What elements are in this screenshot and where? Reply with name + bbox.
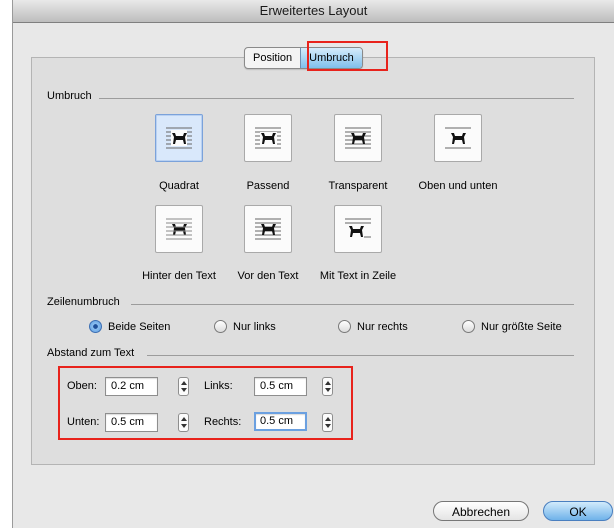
radio-dot	[214, 320, 227, 333]
radio-nur-links[interactable]: Nur links	[214, 320, 276, 333]
radio-beide-seiten[interactable]: Beide Seiten	[89, 320, 170, 333]
wrap-label-mit-text-zeile: Mit Text in Zeile	[319, 270, 397, 282]
section-heading-abstand: Abstand zum Text	[47, 347, 135, 359]
radio-nur-groesste-seite[interactable]: Nur größte Seite	[462, 320, 562, 333]
wrap-quadrat-icon	[166, 127, 192, 149]
divider	[147, 355, 574, 356]
section-heading-zeilenumbruch: Zeilenumbruch	[47, 296, 120, 308]
window-title: Erweitertes Layout	[13, 0, 614, 23]
ok-button[interactable]: OK	[543, 501, 613, 521]
divider	[131, 304, 574, 305]
wrap-vor-text-button[interactable]	[244, 205, 292, 253]
radio-dot	[338, 320, 351, 333]
wrap-oben-unten-icon	[445, 127, 471, 149]
wrap-mit-text-zeile-icon	[345, 218, 371, 238]
divider	[99, 98, 574, 99]
wrap-hinter-text-button[interactable]	[155, 205, 203, 253]
wrap-hinter-text-icon	[166, 218, 192, 240]
highlight-box-tab	[307, 41, 388, 71]
highlight-box-fields	[58, 366, 353, 440]
section-heading-umbruch: Umbruch	[47, 90, 92, 102]
cancel-button[interactable]: Abbrechen	[433, 501, 529, 521]
wrap-passend-button[interactable]	[244, 114, 292, 162]
wrap-oben-unten-button[interactable]	[434, 114, 482, 162]
wrap-transparent-icon	[345, 127, 371, 149]
radio-dot	[462, 320, 475, 333]
dialog-window: Erweitertes Layout Position Umbruch Umbr…	[12, 0, 614, 528]
radio-dot-selected	[89, 320, 102, 333]
radio-label: Nur größte Seite	[481, 320, 562, 333]
radio-label: Nur rechts	[357, 320, 408, 333]
radio-nur-rechts[interactable]: Nur rechts	[338, 320, 408, 333]
wrap-vor-text-icon	[255, 218, 281, 240]
wrap-transparent-button[interactable]	[334, 114, 382, 162]
wrap-passend-icon	[255, 127, 281, 149]
wrap-mit-text-zeile-button[interactable]	[334, 205, 382, 253]
wrap-quadrat-button[interactable]	[155, 114, 203, 162]
radio-label: Beide Seiten	[108, 320, 171, 333]
tab-position[interactable]: Position	[245, 48, 300, 68]
radio-label: Nur links	[233, 320, 276, 333]
wrap-label-oben-unten: Oben und unten	[418, 180, 498, 192]
